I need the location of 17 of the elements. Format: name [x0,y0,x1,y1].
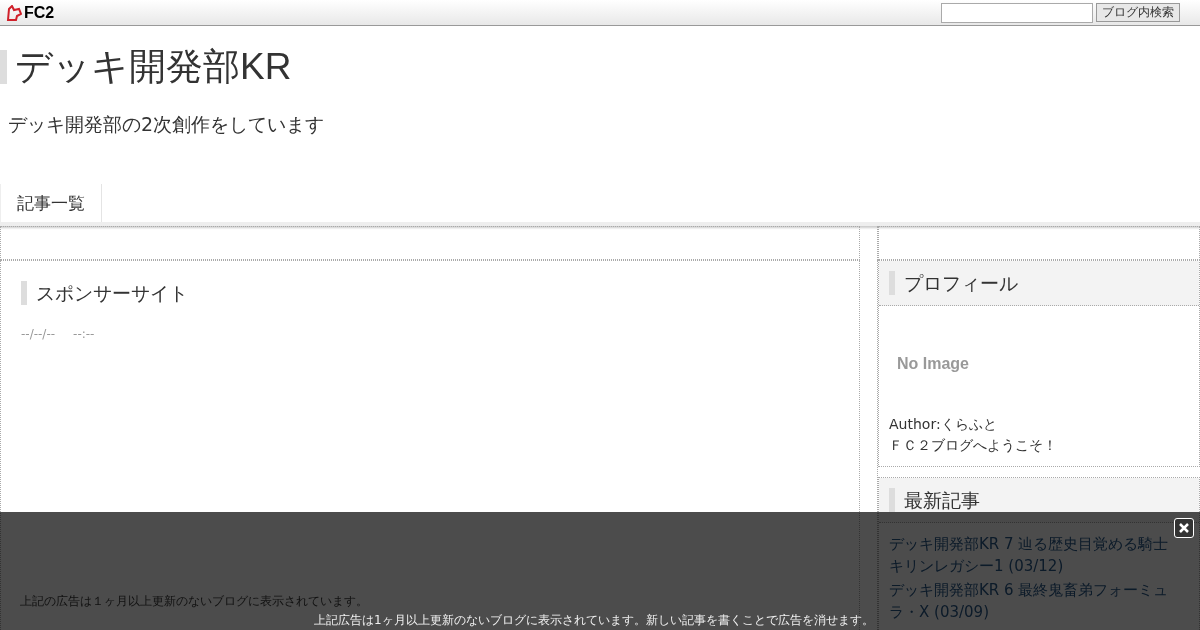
author-name: Author:くらふと [889,415,998,434]
close-icon [1178,522,1190,534]
blog-description: デッキ開発部の2次創作をしています [8,112,326,137]
no-image-label: No Image [897,354,969,374]
entry-title: スポンサーサイト [21,281,839,305]
entry-time: --:-- [73,327,95,341]
fox-logo-icon [6,4,22,21]
blog-title[interactable]: デッキ開発部KR [0,50,1200,84]
section-title: プロフィール [889,271,1018,295]
profile-message: ＦＣ２ブログへようこそ！ [889,436,1058,455]
entry-date: --/--/-- [21,327,56,341]
ad-notice: 上記広告は1ヶ月以上更新のないブログに表示されています。新しい記事を書くことで広告を消せます。 [314,612,874,629]
search-field[interactable] [941,2,1093,23]
nav-tab[interactable]: 記事一覧 [0,184,102,222]
close-button[interactable] [1174,518,1194,538]
search-button[interactable]: ブログ内検索 [1096,3,1180,22]
logo-text[interactable]: FC2 [24,3,55,22]
